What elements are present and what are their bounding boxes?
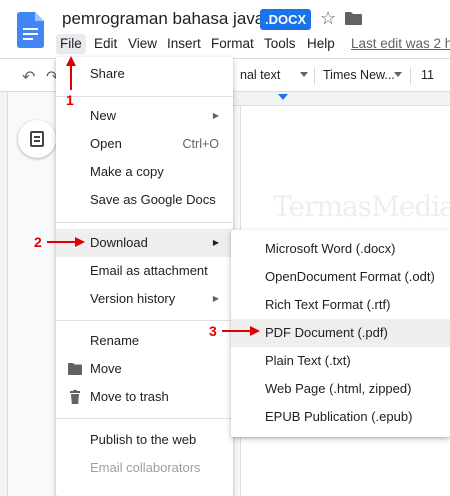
- menu-tools[interactable]: Tools: [264, 34, 296, 54]
- menu-item-email-attachment[interactable]: Email as attachment: [56, 257, 233, 285]
- submenu-arrow-icon: ▶: [212, 294, 219, 303]
- submenu-arrow-icon: ▶: [212, 111, 219, 120]
- watermark: TermasMedia: [273, 190, 450, 223]
- menu-item-publish-web[interactable]: Publish to the web: [56, 426, 233, 454]
- menu-item-move[interactable]: Move: [56, 355, 233, 383]
- download-txt[interactable]: Plain Text (.txt): [231, 347, 450, 375]
- keyboard-shortcut: Ctrl+O: [182, 137, 219, 151]
- undo-icon[interactable]: ↶: [22, 67, 35, 87]
- step-1-label: 1: [66, 92, 74, 108]
- folder-move-icon: [68, 363, 82, 375]
- vertical-ruler: [0, 92, 8, 496]
- download-pdf[interactable]: PDF Document (.pdf): [231, 319, 450, 347]
- menu-item-label: Rename: [90, 333, 140, 348]
- menu-format[interactable]: Format: [211, 34, 254, 54]
- menu-separator: [56, 222, 233, 223]
- menu-item-share[interactable]: Share: [56, 60, 233, 88]
- submenu-arrow-icon: ▶: [212, 238, 219, 247]
- menu-item-label: Make a copy: [90, 164, 164, 179]
- submenu-item-label: PDF Document (.pdf): [265, 325, 388, 340]
- download-docx[interactable]: Microsoft Word (.docx): [231, 235, 450, 263]
- toolbar-divider: [314, 67, 315, 85]
- download-rtf[interactable]: Rich Text Format (.rtf): [231, 291, 450, 319]
- download-odt[interactable]: OpenDocument Format (.odt): [231, 263, 450, 291]
- file-menu: Share New ▶ Open Ctrl+O Make a copy Save…: [56, 57, 233, 496]
- google-docs-icon[interactable]: [17, 12, 44, 48]
- menu-item-download[interactable]: Download ▶: [56, 229, 233, 257]
- menu-item-label: Download: [90, 235, 148, 250]
- menu-item-version-history[interactable]: Version history ▶: [56, 285, 233, 313]
- menu-file[interactable]: File: [56, 34, 86, 54]
- document-outline-icon: [30, 131, 44, 147]
- docs-header: pemrograman bahasa java .DOCX ☆ File Edi…: [0, 0, 450, 58]
- submenu-item-label: OpenDocument Format (.odt): [265, 269, 435, 284]
- menu-item-new[interactable]: New ▶: [56, 102, 233, 130]
- submenu-item-label: EPUB Publication (.epub): [265, 409, 413, 424]
- toolbar-divider: [410, 67, 411, 85]
- submenu-item-label: Rich Text Format (.rtf): [265, 297, 391, 312]
- menu-item-label: Email as attachment: [90, 263, 208, 278]
- menu-edit[interactable]: Edit: [94, 34, 117, 54]
- download-submenu: Microsoft Word (.docx) OpenDocument Form…: [231, 230, 450, 437]
- menu-insert[interactable]: Insert: [167, 34, 201, 54]
- menu-item-open[interactable]: Open Ctrl+O: [56, 130, 233, 158]
- menu-item-label: Move: [90, 361, 122, 376]
- last-edit-link[interactable]: Last edit was 2 ho: [351, 34, 450, 54]
- menu-item-label: Email collaborators: [90, 460, 201, 475]
- submenu-item-label: Web Page (.html, zipped): [265, 381, 412, 396]
- step-2-label: 2: [34, 234, 42, 250]
- menu-item-label: Move to trash: [90, 389, 169, 404]
- download-epub[interactable]: EPUB Publication (.epub): [231, 403, 450, 431]
- menu-item-save-as-google-docs[interactable]: Save as Google Docs: [56, 186, 233, 214]
- indent-marker-icon[interactable]: [278, 94, 288, 100]
- font-size-input[interactable]: 11: [421, 68, 434, 82]
- menu-help[interactable]: Help: [307, 34, 335, 54]
- document-outline-button[interactable]: [18, 120, 56, 158]
- menu-item-move-to-trash[interactable]: Move to trash: [56, 383, 233, 411]
- menu-item-label: Open: [90, 136, 122, 151]
- menu-item-rename[interactable]: Rename: [56, 327, 233, 355]
- horizontal-ruler[interactable]: [230, 92, 450, 106]
- font-family-select[interactable]: Times New...: [323, 68, 395, 82]
- paragraph-style-select[interactable]: nal text: [240, 68, 280, 82]
- style-dropdown-caret-icon[interactable]: [300, 72, 308, 77]
- trash-icon: [70, 390, 80, 404]
- folder-icon[interactable]: [345, 12, 362, 25]
- menu-item-label: New: [90, 108, 117, 123]
- menu-item-label: Version history: [90, 291, 176, 306]
- menu-item-label: Save as Google Docs: [90, 192, 216, 207]
- step-3-label: 3: [209, 323, 217, 339]
- menu-separator: [56, 418, 233, 419]
- menu-separator: [56, 96, 233, 97]
- download-html[interactable]: Web Page (.html, zipped): [231, 375, 450, 403]
- font-dropdown-caret-icon[interactable]: [394, 72, 402, 77]
- menu-item-label: Share: [90, 66, 125, 81]
- menu-view[interactable]: View: [128, 34, 157, 54]
- submenu-item-label: Plain Text (.txt): [265, 353, 351, 368]
- menu-item-email-collaborators: Email collaborators: [56, 454, 233, 482]
- submenu-item-label: Microsoft Word (.docx): [265, 241, 396, 256]
- menu-item-label: Publish to the web: [90, 432, 197, 447]
- file-format-badge: .DOCX: [260, 9, 312, 30]
- menu-separator: [56, 320, 233, 321]
- document-title[interactable]: pemrograman bahasa java: [62, 9, 264, 29]
- menu-item-make-copy[interactable]: Make a copy: [56, 158, 233, 186]
- star-icon[interactable]: ☆: [320, 8, 336, 28]
